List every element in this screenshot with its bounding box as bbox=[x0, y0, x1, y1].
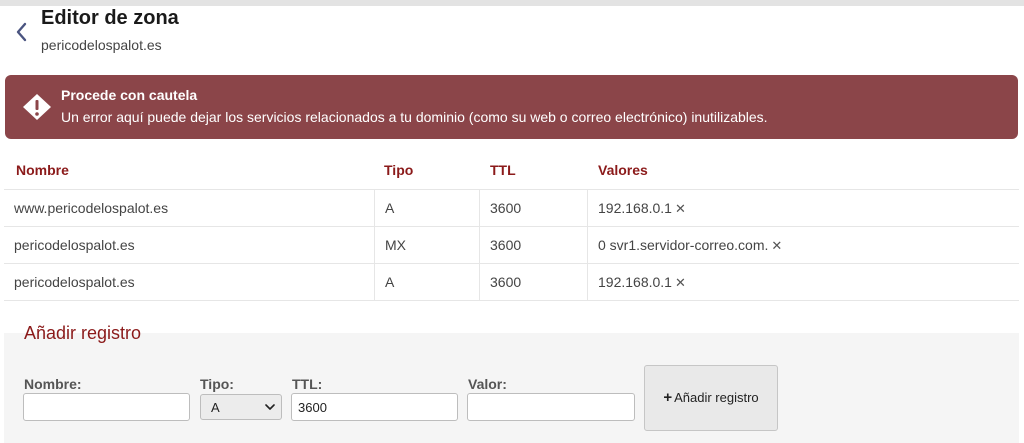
table-row: pericodelospalot.es MX 3600 0 svr1.servi… bbox=[4, 227, 1019, 264]
record-type: A bbox=[374, 264, 479, 300]
record-name: www.pericodelospalot.es bbox=[14, 200, 169, 216]
add-record-panel bbox=[4, 333, 1019, 443]
close-icon[interactable]: ✕ bbox=[675, 191, 686, 227]
column-header-ttl: TTL bbox=[490, 162, 516, 178]
record-value: 192.168.0.1 bbox=[598, 274, 672, 290]
ttl-label: TTL: bbox=[292, 376, 323, 392]
warning-alert: Procede con cautela Un error aquí puede … bbox=[5, 75, 1018, 139]
record-value: 192.168.0.1 bbox=[598, 200, 672, 216]
record-value-cell: 192.168.0.1 ✕ bbox=[587, 190, 1019, 226]
name-input[interactable] bbox=[23, 393, 190, 421]
record-value-cell: 192.168.0.1 ✕ bbox=[587, 264, 1019, 300]
record-ttl: 3600 bbox=[479, 264, 587, 300]
records-table: www.pericodelospalot.es A 3600 192.168.0… bbox=[4, 189, 1019, 301]
record-value: 0 svr1.servidor-correo.com. bbox=[598, 237, 769, 253]
type-label: Tipo: bbox=[200, 376, 234, 392]
table-row: www.pericodelospalot.es A 3600 192.168.0… bbox=[4, 190, 1019, 227]
table-row: pericodelospalot.es A 3600 192.168.0.1 ✕ bbox=[4, 264, 1019, 301]
value-input[interactable] bbox=[467, 393, 635, 421]
record-type: A bbox=[374, 190, 479, 226]
record-name: pericodelospalot.es bbox=[14, 237, 135, 253]
column-header-type: Tipo bbox=[384, 162, 414, 178]
record-name: pericodelospalot.es bbox=[14, 274, 135, 290]
record-ttl: 3600 bbox=[479, 227, 587, 263]
page-title: Editor de zona bbox=[41, 7, 179, 29]
ttl-input[interactable] bbox=[291, 393, 458, 421]
top-bar bbox=[0, 0, 1024, 6]
chevron-down-icon bbox=[265, 404, 275, 410]
close-icon[interactable]: ✕ bbox=[675, 265, 686, 301]
plus-icon: + bbox=[663, 389, 673, 406]
add-record-button[interactable]: + Añadir registro bbox=[644, 365, 778, 431]
add-record-title: Añadir registro bbox=[24, 323, 142, 343]
column-header-name: Nombre bbox=[16, 162, 69, 178]
value-label: Valor: bbox=[468, 376, 507, 392]
record-value-cell: 0 svr1.servidor-correo.com. ✕ bbox=[587, 227, 1019, 263]
domain-subtitle: pericodelospalot.es bbox=[41, 37, 162, 53]
close-icon[interactable]: ✕ bbox=[771, 228, 782, 264]
chevron-left-icon[interactable] bbox=[14, 21, 30, 43]
alert-message: Un error aquí puede dejar los servicios … bbox=[61, 109, 768, 125]
add-record-button-label: Añadir registro bbox=[674, 390, 759, 405]
name-label: Nombre: bbox=[24, 376, 82, 392]
type-select[interactable]: A bbox=[200, 394, 282, 420]
column-header-values: Valores bbox=[598, 162, 648, 178]
warning-diamond-icon bbox=[23, 94, 51, 120]
record-ttl: 3600 bbox=[479, 190, 587, 226]
record-type: MX bbox=[374, 227, 479, 263]
type-select-value: A bbox=[211, 400, 220, 415]
alert-title: Procede con cautela bbox=[61, 87, 198, 103]
